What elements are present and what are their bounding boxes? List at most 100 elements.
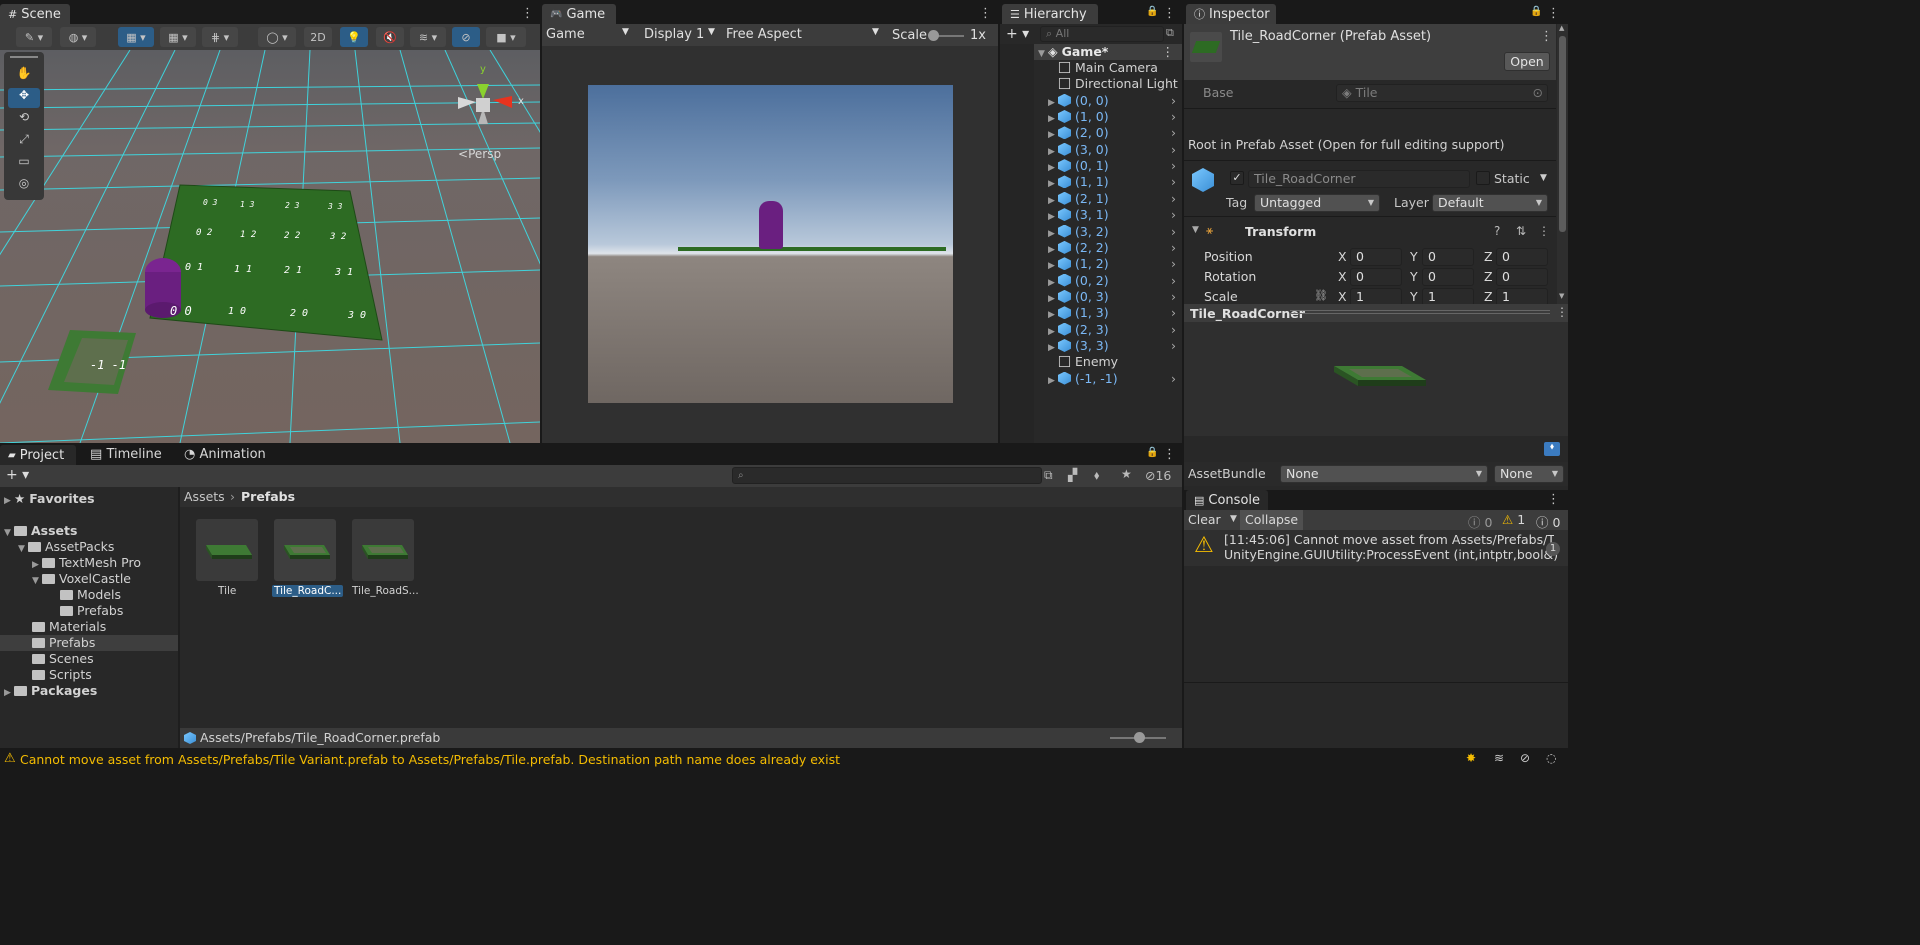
- open-prefab-arrow-icon[interactable]: ›: [1171, 289, 1176, 305]
- hierarchy-item[interactable]: ▶ (0, 3) ›: [1034, 289, 1182, 305]
- favorite-star-icon[interactable]: ★: [1121, 467, 1132, 481]
- project-create-button[interactable]: + ▾: [6, 467, 29, 483]
- console-message[interactable]: ⚠ [11:45:06] Cannot move asset from Asse…: [1184, 530, 1568, 566]
- lighting-toggle-icon[interactable]: 💡: [340, 27, 368, 47]
- open-prefab-arrow-icon[interactable]: ›: [1171, 240, 1176, 256]
- tab-scene[interactable]: # Scene: [0, 4, 70, 24]
- scale-tool-icon[interactable]: ⤢: [8, 132, 40, 152]
- scale-x-field[interactable]: 1: [1350, 288, 1402, 304]
- tree-scenes[interactable]: Scenes: [32, 651, 94, 667]
- increment-snap-button[interactable]: ⋕ ▾: [202, 27, 238, 47]
- icon-size-slider[interactable]: [1110, 732, 1166, 743]
- layer-dropdown[interactable]: Default: [1432, 194, 1548, 212]
- rotation-z-field[interactable]: 0: [1496, 268, 1548, 286]
- tag-dropdown[interactable]: Untagged: [1254, 194, 1380, 212]
- console-menu-icon[interactable]: ⋮: [1547, 493, 1560, 507]
- assetbundle-variant-dropdown[interactable]: None: [1494, 465, 1564, 483]
- preset-icon[interactable]: ⇅: [1516, 224, 1526, 238]
- hierarchy-item[interactable]: ▶ (0, 0) ›: [1034, 93, 1182, 109]
- tab-game[interactable]: 🎮 Game: [542, 4, 616, 24]
- rotation-y-field[interactable]: 0: [1422, 268, 1474, 286]
- tab-project[interactable]: ▰ Project: [0, 445, 76, 465]
- help-icon[interactable]: ?: [1494, 224, 1500, 238]
- tree-packages[interactable]: ▶ Packages: [4, 683, 97, 699]
- scene-menu-icon[interactable]: ⋮: [521, 7, 534, 21]
- hierarchy-item[interactable]: ▶ (2, 3) ›: [1034, 322, 1182, 338]
- open-prefab-arrow-icon[interactable]: ›: [1171, 125, 1176, 141]
- shading-button[interactable]: ◯ ▾: [258, 27, 296, 47]
- hierarchy-item[interactable]: Enemy: [1034, 354, 1182, 370]
- scale-z-field[interactable]: 1: [1496, 288, 1548, 304]
- asset-label-icon[interactable]: ⬧: [1544, 442, 1560, 456]
- hierarchy-search-input[interactable]: ⌕ All: [1040, 26, 1164, 42]
- project-menu-icon[interactable]: ⋮: [1163, 448, 1176, 462]
- hierarchy-item[interactable]: ▶ (0, 2) ›: [1034, 273, 1182, 289]
- progress-check-icon[interactable]: ◌: [1546, 751, 1556, 765]
- hierarchy-item[interactable]: Directional Light: [1034, 76, 1182, 92]
- static-checkbox[interactable]: [1476, 171, 1490, 185]
- tab-hierarchy[interactable]: ☰ Hierarchy: [1002, 4, 1098, 24]
- open-prefab-arrow-icon[interactable]: ›: [1171, 158, 1176, 174]
- position-x-field[interactable]: 0: [1350, 248, 1402, 266]
- open-prefab-arrow-icon[interactable]: ›: [1171, 371, 1176, 387]
- asset-item[interactable]: Tile_RoadC...: [272, 519, 344, 601]
- aspect-dropdown[interactable]: Free Aspect ▼: [726, 27, 882, 42]
- inspector-scrollbar[interactable]: ▲ ▼: [1557, 24, 1568, 304]
- asset-item[interactable]: Tile: [196, 519, 260, 601]
- hierarchy-item[interactable]: ▶ (2, 1) ›: [1034, 191, 1182, 207]
- open-prefab-arrow-icon[interactable]: ›: [1171, 93, 1176, 109]
- display-dropdown[interactable]: Display 1 ▼: [644, 27, 720, 42]
- position-y-field[interactable]: 0: [1422, 248, 1474, 266]
- tree-textmesh[interactable]: ▶ TextMesh Pro: [32, 555, 141, 571]
- render-mode-button[interactable]: ◍ ▾: [60, 27, 96, 47]
- open-prefab-arrow-icon[interactable]: ›: [1171, 273, 1176, 289]
- hierarchy-root-row[interactable]: ▼ ◈ Game* ⋮: [1034, 44, 1182, 60]
- warning-count-badge[interactable]: ⚠ 1: [1502, 512, 1525, 527]
- error-count-badge[interactable]: ⓘ 0: [1536, 512, 1560, 531]
- rotate-tool-icon[interactable]: ⟲: [8, 110, 40, 130]
- open-prefab-arrow-icon[interactable]: ›: [1171, 142, 1176, 158]
- tab-timeline[interactable]: ▤ Timeline: [90, 447, 162, 462]
- orientation-gizmo[interactable]: y x: [450, 64, 530, 144]
- hand-tool-icon[interactable]: ✋: [8, 66, 40, 86]
- camera-settings-button[interactable]: ■ ▾: [486, 27, 526, 47]
- transform-tool-icon[interactable]: ◎: [8, 176, 40, 196]
- rotation-x-field[interactable]: 0: [1350, 268, 1402, 286]
- open-prefab-arrow-icon[interactable]: ›: [1171, 207, 1176, 223]
- prefab-preview[interactable]: [1184, 322, 1568, 436]
- clear-button[interactable]: Clear: [1188, 512, 1221, 527]
- transform-header[interactable]: ▼ ⚹ Transform ? ⇅ ⋮: [1184, 222, 1556, 242]
- open-prefab-arrow-icon[interactable]: ›: [1171, 224, 1176, 240]
- hierarchy-item[interactable]: ▶ (1, 2) ›: [1034, 256, 1182, 272]
- lock-icon[interactable]: 🔒: [1146, 447, 1158, 458]
- tree-assets[interactable]: ▼ Assets: [4, 523, 77, 539]
- rect-tool-icon[interactable]: ▭: [8, 154, 40, 174]
- scale-y-field[interactable]: 1: [1422, 288, 1474, 304]
- hierarchy-menu-icon[interactable]: ⋮: [1163, 7, 1176, 21]
- hierarchy-item[interactable]: ▶ (-1, -1) ›: [1034, 371, 1182, 387]
- assetbundle-dropdown[interactable]: None: [1280, 465, 1488, 483]
- hierarchy-item[interactable]: ▶ (3, 0) ›: [1034, 142, 1182, 158]
- lock-icon[interactable]: 🔒: [1146, 6, 1158, 17]
- open-prefab-arrow-icon[interactable]: ›: [1171, 256, 1176, 272]
- tree-favorites[interactable]: ▶ ★ Favorites: [4, 491, 95, 507]
- hidden-packages-icon[interactable]: ⊘16: [1145, 468, 1171, 483]
- component-menu-icon[interactable]: ⋮: [1538, 224, 1550, 238]
- collapse-button[interactable]: Collapse: [1240, 510, 1304, 530]
- asset-item[interactable]: Tile_RoadS...: [352, 519, 419, 601]
- lock-icon[interactable]: 🔒: [1530, 6, 1542, 17]
- game-render[interactable]: [588, 85, 953, 403]
- grid-visibility-button[interactable]: ▦ ▾: [160, 27, 196, 47]
- hierarchy-item[interactable]: ▶ (2, 0) ›: [1034, 125, 1182, 141]
- inspector-menu-icon[interactable]: ⋮: [1547, 7, 1560, 21]
- tab-inspector[interactable]: ⓘ Inspector: [1186, 4, 1276, 24]
- hierarchy-item[interactable]: ▶ (1, 0) ›: [1034, 109, 1182, 125]
- hidden-objects-icon[interactable]: ⊘: [452, 27, 480, 47]
- move-tool-icon[interactable]: ✥: [8, 88, 40, 108]
- active-checkbox[interactable]: ✓: [1230, 171, 1244, 185]
- hierarchy-item[interactable]: ▶ (0, 1) ›: [1034, 158, 1182, 174]
- hierarchy-item[interactable]: ▶ (3, 1) ›: [1034, 207, 1182, 223]
- open-prefab-arrow-icon[interactable]: ›: [1171, 322, 1176, 338]
- tree-voxelcastle-prefabs[interactable]: Prefabs: [60, 603, 123, 619]
- inspector-header-menu-icon[interactable]: ⋮: [1540, 30, 1553, 44]
